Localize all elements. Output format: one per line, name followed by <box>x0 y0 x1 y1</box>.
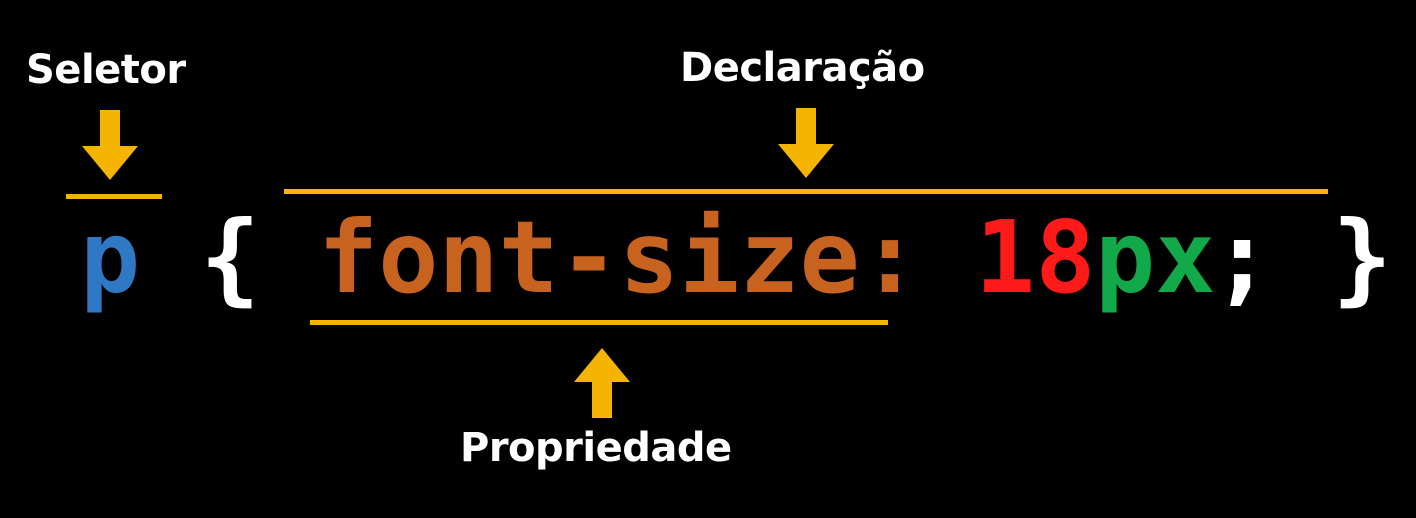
value-unit: px <box>1095 199 1216 316</box>
property-label: Propriedade <box>460 425 732 471</box>
semicolon: ; <box>1212 199 1273 316</box>
property-code: font-size: <box>318 199 921 316</box>
arrow-down-icon <box>778 108 834 178</box>
declaration-label: Declaração <box>680 45 925 91</box>
value-number: 18 <box>975 199 1096 316</box>
declaration-overline <box>284 189 1328 194</box>
selector-label: Seletor <box>26 47 186 93</box>
property-underline <box>310 320 888 325</box>
open-brace: { <box>200 199 261 316</box>
close-brace: } <box>1332 199 1393 316</box>
arrow-down-icon <box>82 110 138 180</box>
selector-code: p <box>80 199 141 316</box>
arrow-up-icon <box>574 348 630 418</box>
